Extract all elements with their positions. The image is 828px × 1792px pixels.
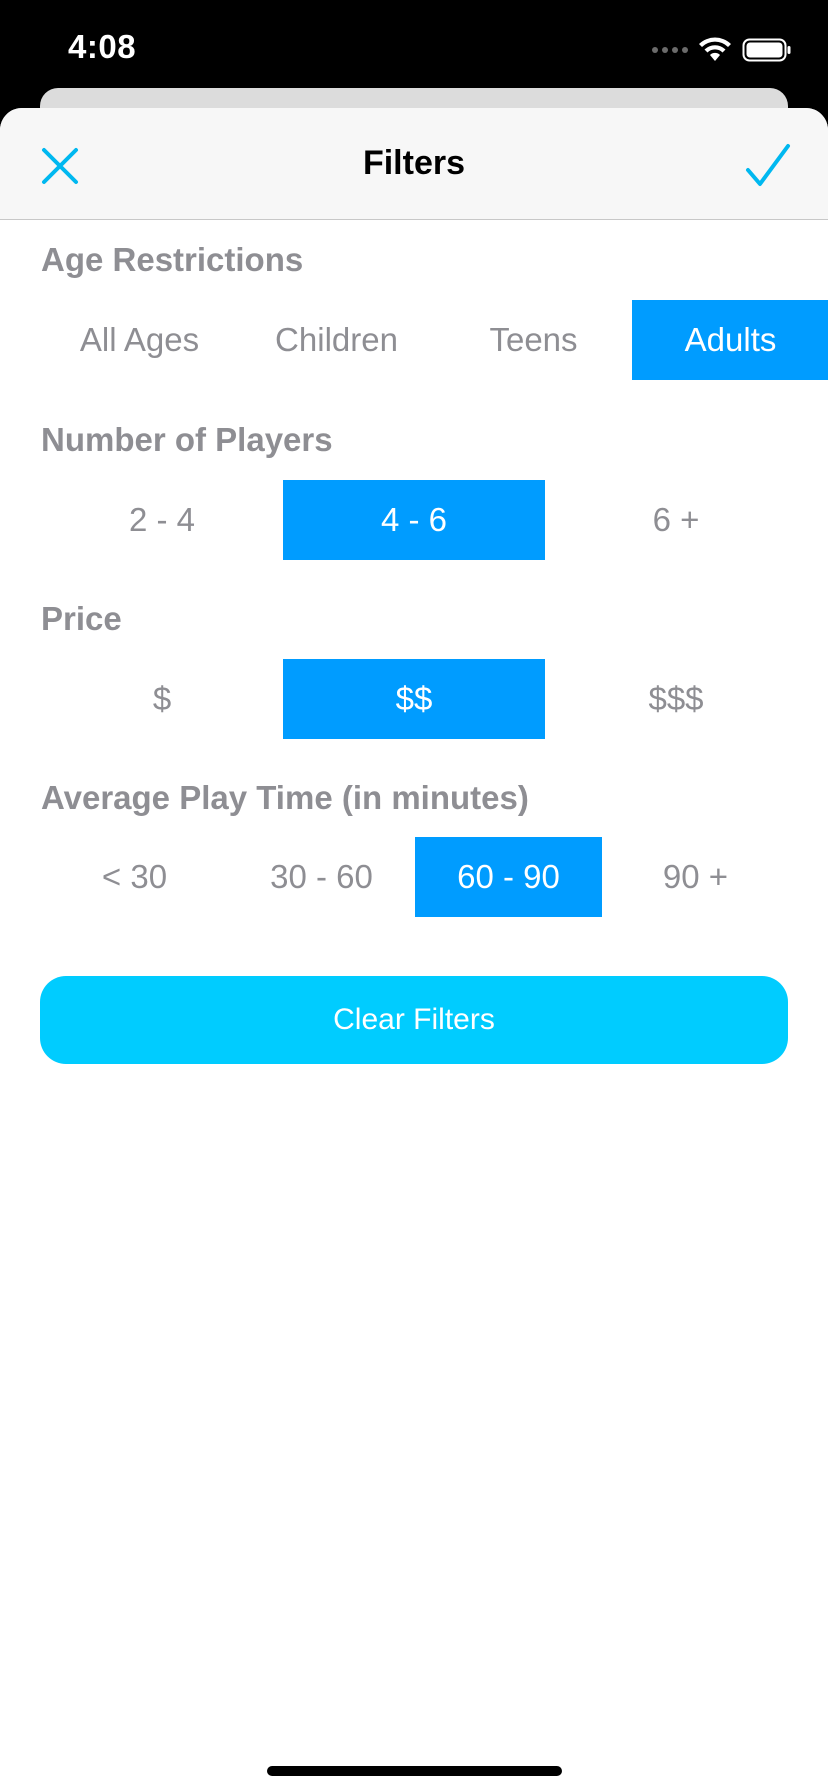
players-option-2-4[interactable]: 2 - 4 (41, 480, 283, 560)
playtime-title: Average Play Time (in minutes) (41, 779, 529, 816)
price-segmented-control: $ $$ $$$ (41, 659, 807, 739)
battery-icon (742, 38, 791, 62)
status-time: 4:08 (68, 28, 137, 65)
price-title: Price (41, 600, 122, 637)
navigation-bar: Filters (0, 108, 828, 220)
page-title: Filters (362, 144, 466, 182)
players-segmented-control: 2 - 4 4 - 6 6 + (41, 480, 807, 560)
playtime-option-60-90[interactable]: 60 - 90 (415, 837, 602, 917)
playtime-option-under-30[interactable]: < 30 (41, 837, 228, 917)
checkmark-icon[interactable] (744, 142, 792, 190)
players-option-6-plus[interactable]: 6 + (545, 480, 807, 560)
price-option-medium[interactable]: $$ (283, 659, 545, 739)
playtime-option-30-60[interactable]: 30 - 60 (228, 837, 415, 917)
clear-filters-button[interactable]: Clear Filters (40, 976, 788, 1064)
age-option-teens[interactable]: Teens (435, 300, 632, 380)
age-restrictions-title: Age Restrictions (41, 241, 304, 278)
players-title: Number of Players (41, 421, 333, 458)
playtime-segmented-control: < 30 30 - 60 60 - 90 90 + (41, 837, 789, 917)
signal-icon (652, 47, 688, 53)
players-option-4-6[interactable]: 4 - 6 (283, 480, 545, 560)
age-option-all-ages[interactable]: All Ages (41, 300, 238, 380)
age-option-children[interactable]: Children (238, 300, 435, 380)
playtime-option-90-plus[interactable]: 90 + (602, 837, 789, 917)
status-icons (652, 36, 792, 64)
filters-sheet: Filters Age Restrictions All Ages Childr… (0, 108, 828, 1792)
age-segmented-control: All Ages Children Teens Adults (41, 300, 828, 380)
age-option-adults[interactable]: Adults (632, 300, 828, 380)
price-option-high[interactable]: $$$ (545, 659, 807, 739)
wifi-icon (699, 37, 731, 61)
price-option-low[interactable]: $ (41, 659, 283, 739)
home-indicator (267, 1766, 562, 1776)
status-bar: 4:08 (0, 0, 828, 96)
filters-screen: 4:08 Filters Age Restrictions All Ages C… (0, 0, 828, 1792)
